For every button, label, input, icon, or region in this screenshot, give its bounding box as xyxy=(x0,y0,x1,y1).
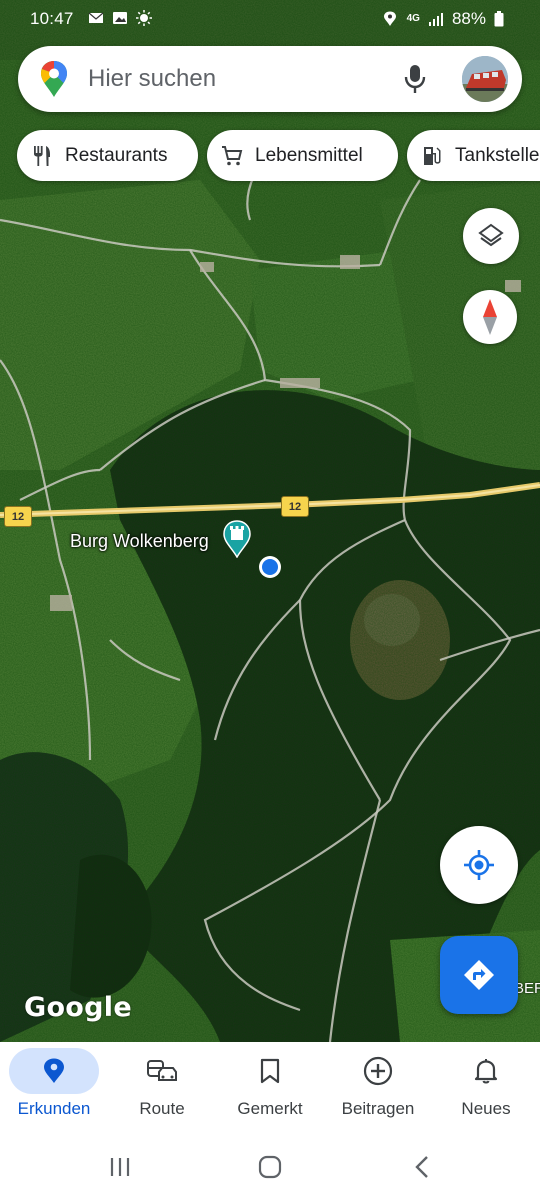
status-time: 10:47 xyxy=(30,9,74,28)
nav-label: Erkunden xyxy=(17,1099,91,1118)
road-number-shield: 12 xyxy=(4,506,32,527)
nav-tab-erkunden[interactable]: Erkunden xyxy=(0,1042,108,1132)
directions-icon xyxy=(463,959,495,996)
nav-tab-route[interactable]: Route xyxy=(108,1042,216,1132)
nav-label: Gemerkt xyxy=(237,1099,303,1118)
microphone-icon[interactable] xyxy=(401,63,429,100)
commute-icon xyxy=(146,1058,178,1084)
chip-tankstelle[interactable]: Tankstelle xyxy=(407,130,540,181)
my-location-button[interactable] xyxy=(440,826,518,904)
system-navigation-bar xyxy=(0,1132,540,1200)
nav-label: Route xyxy=(139,1099,185,1118)
status-bar: 10:47 4G 88% xyxy=(0,0,540,40)
google-maps-pin-icon xyxy=(40,60,68,103)
nav-tab-neues[interactable]: Neues xyxy=(432,1042,540,1132)
nav-label: Neues xyxy=(461,1099,511,1118)
chip-restaurants[interactable]: Restaurants xyxy=(17,130,198,181)
layers-icon xyxy=(478,223,504,254)
signal-icon xyxy=(428,11,444,27)
search-input[interactable]: Hier suchen xyxy=(88,65,216,93)
category-chips: Restaurants Lebensmittel Tankstelle xyxy=(17,130,540,181)
compass-icon xyxy=(482,299,498,340)
directions-button[interactable] xyxy=(440,936,518,1014)
image-icon xyxy=(112,10,128,26)
castle-icon[interactable] xyxy=(222,520,252,558)
chip-label: Lebensmittel xyxy=(255,144,363,166)
nav-label: Beitragen xyxy=(341,1099,415,1118)
nav-tab-beitragen[interactable]: Beitragen xyxy=(324,1042,432,1132)
place-label[interactable]: Burg Wolkenberg xyxy=(70,531,209,552)
nav-tab-gemerkt[interactable]: Gemerkt xyxy=(216,1042,324,1132)
brightness-icon xyxy=(136,10,152,26)
battery-percent: 88% xyxy=(451,9,486,28)
google-attribution: Google xyxy=(24,992,132,1023)
grocery-cart-icon xyxy=(221,145,243,167)
road-number-shield: 12 xyxy=(281,496,309,517)
gas-station-icon xyxy=(421,145,443,167)
bell-icon xyxy=(474,1058,498,1084)
bottom-navigation: Erkunden Route Gemerkt Beitragen Neues xyxy=(0,1042,540,1132)
compass-button[interactable] xyxy=(463,290,517,344)
my-location-icon xyxy=(464,850,494,885)
location-icon xyxy=(383,11,399,27)
home-icon[interactable] xyxy=(258,1155,282,1184)
current-location-dot xyxy=(257,554,283,580)
restaurant-icon xyxy=(31,145,53,167)
mail-icon xyxy=(88,10,104,26)
layers-button[interactable] xyxy=(463,208,519,264)
network-type: 4G xyxy=(406,13,420,24)
explore-pin-icon xyxy=(42,1058,66,1084)
search-bar[interactable]: Hier suchen xyxy=(18,46,522,112)
chip-lebensmittel[interactable]: Lebensmittel xyxy=(207,130,398,181)
chip-label: Tankstelle xyxy=(455,144,540,166)
bookmark-icon xyxy=(258,1058,282,1084)
avatar[interactable] xyxy=(462,56,508,102)
recent-apps-icon[interactable] xyxy=(109,1156,131,1183)
chip-label: Restaurants xyxy=(65,144,168,166)
back-icon[interactable] xyxy=(414,1155,430,1184)
add-circle-icon xyxy=(363,1056,393,1086)
battery-icon xyxy=(494,11,510,27)
